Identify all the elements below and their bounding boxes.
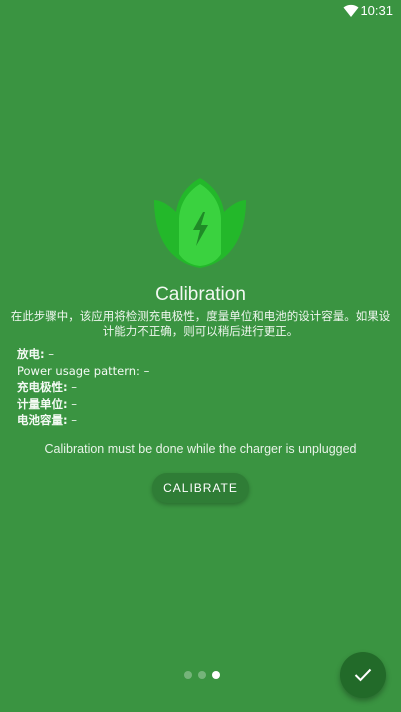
info-label: 电池容量: — [17, 413, 68, 427]
info-row-power-usage: Power usage pattern: – — [17, 363, 384, 380]
info-value: – — [67, 413, 78, 427]
wifi-icon — [343, 4, 359, 17]
page-dot-1 — [184, 671, 192, 679]
info-label: 充电极性: — [17, 380, 68, 394]
status-bar: 10:31 — [0, 0, 401, 24]
page-indicator — [184, 671, 220, 679]
calibration-info-list: 放电: – Power usage pattern: – 充电极性: – 计量单… — [17, 346, 384, 429]
info-row-capacity: 电池容量: – — [17, 412, 384, 429]
status-time: 10:31 — [360, 3, 393, 18]
info-row-discharge: 放电: – — [17, 346, 384, 363]
calibration-description: 在此步骤中，该应用将检测充电极性，度量单位和电池的设计容量。如果设计能力不正确，… — [10, 309, 391, 338]
page-title: Calibration — [155, 284, 246, 305]
check-icon — [354, 668, 372, 682]
unplug-hint: Calibration must be done while the charg… — [44, 442, 357, 456]
info-value: – — [139, 363, 150, 378]
info-value: – — [44, 347, 55, 361]
done-button[interactable] — [340, 652, 386, 698]
info-row-unit: 计量单位: – — [17, 396, 384, 413]
page-dot-3-active — [212, 671, 220, 679]
calibrate-button[interactable]: CALIBRATE — [152, 473, 249, 503]
info-row-charge-polarity: 充电极性: – — [17, 379, 384, 396]
page-dot-2 — [198, 671, 206, 679]
info-value: – — [67, 396, 78, 411]
info-label: 放电: — [17, 347, 45, 361]
info-label: 计量单位: — [17, 396, 68, 411]
battery-leaf-logo-icon — [154, 178, 246, 268]
info-label: Power usage pattern: — [17, 363, 140, 378]
info-value: – — [67, 380, 78, 394]
